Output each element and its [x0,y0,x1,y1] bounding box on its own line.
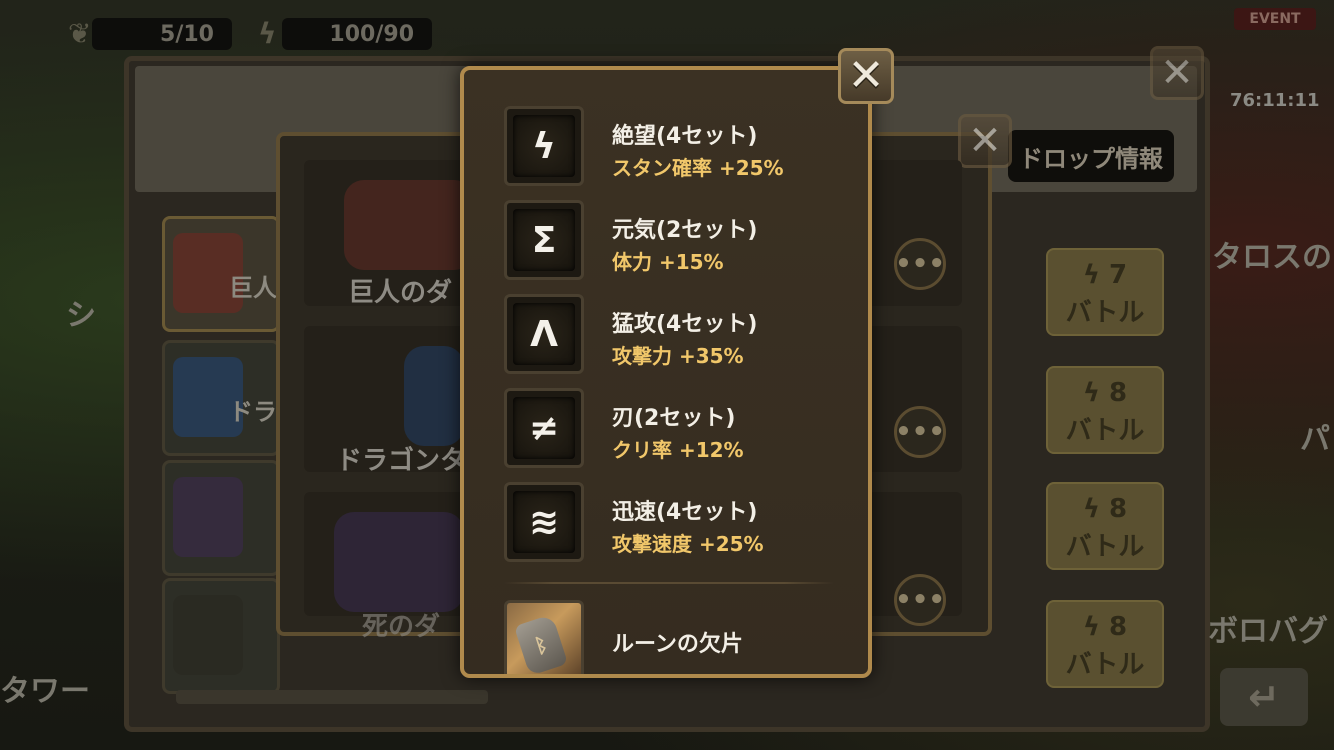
scroll-bar[interactable] [176,690,488,704]
rune-set-name: 猛攻(4セット) [612,312,758,337]
battle-label: バトル [1065,298,1145,328]
dungeon-name: 死のダ [362,612,441,642]
rune-set-name: 刃(2セット) [612,406,736,431]
lightning-icon: ϟ [1082,612,1110,642]
rune-shard-icon: ᛒ [504,600,584,674]
battle-cost: 8 [1109,612,1128,642]
ellipsis-icon: ••• [895,249,945,279]
event-timer: 76:11:11 [1230,90,1320,111]
rune-set-effect: 攻撃力 +35% [612,344,744,368]
swift-rune-icon: ≋ [504,482,584,562]
tab-necropolis[interactable] [162,460,280,576]
fatal-rune-icon: Λ [504,294,584,374]
battle-cost: 7 [1109,260,1128,290]
more-button[interactable]: ••• [894,238,946,290]
battle-label: バトル [1065,650,1145,680]
battle-button[interactable]: ϟ 8 バトル [1046,366,1164,454]
return-button[interactable]: ↵ [1220,668,1308,726]
more-button[interactable]: ••• [894,574,946,626]
battle-button[interactable]: ϟ 8 バトル [1046,482,1164,570]
battle-cost: 8 [1109,378,1128,408]
dungeon-list-close-button[interactable]: ✕ [958,114,1012,168]
battle-label: バトル [1065,416,1145,446]
dragon-art [404,346,464,446]
wings-value: 5/10 [160,21,214,47]
secret-portrait [173,595,243,675]
rune-set-effect: 体力 +15% [612,250,724,274]
rune-set-effect: スタン確率 +25% [612,156,784,180]
map-label: パ [1300,422,1330,457]
rune-set-item: Λ 猛攻(4セット) 攻撃力 +35% [504,294,844,378]
map-label: タワー [0,674,90,709]
rune-set-item: Σ 元気(2セット) 体力 +15% [504,200,844,284]
energy-rune-icon: Σ [504,200,584,280]
tab-label: ドラ [229,398,277,426]
lightning-icon: ϟ [1082,494,1110,524]
ellipsis-icon: ••• [895,417,945,447]
close-icon: ✕ [1160,50,1194,96]
map-label: タロスの [1212,240,1332,275]
rune-set-name: 迅速(4セット) [612,500,758,525]
wing-icon: ❦ [68,17,92,50]
blade-rune-icon: ≠ [504,388,584,468]
rune-shard-label: ルーンの欠片 [612,632,743,657]
rune-set-name: 元気(2セット) [612,218,758,243]
giant-art [344,180,474,270]
necropolis-portrait [173,477,243,557]
close-icon: ✕ [847,50,885,101]
wings-counter: ❦ 5/10 [68,18,232,50]
dungeon-name: 巨人のダ [348,278,453,308]
rune-set-item: ≠ 刃(2セット) クリ率 +12% [504,388,844,472]
map-label: ボロバグ [1208,614,1328,649]
despair-rune-icon: ϟ [504,106,584,186]
necropolis-art [334,512,464,612]
popup-divider [504,582,834,584]
more-button[interactable]: ••• [894,406,946,458]
dungeon-panel-close-button[interactable]: ✕ [1150,46,1204,100]
tab-dragon[interactable]: ドラ [162,340,280,456]
rune-set-name: 絶望(4セット) [612,124,758,149]
energy-value: 100/90 [329,21,414,47]
rune-set-item: ≋ 迅速(4セット) 攻撃速度 +25% [504,482,844,566]
close-icon: ✕ [968,118,1002,164]
rune-set-popup: ϟ 絶望(4セット) スタン確率 +25% Σ 元気(2セット) 体力 +15%… [460,66,872,678]
lightning-icon: ϟ [258,17,277,50]
lightning-icon: ϟ [1082,260,1110,290]
dungeon-name: ドラゴンタ [336,446,467,476]
popup-close-button[interactable]: ✕ [838,48,894,104]
return-arrow-icon: ↵ [1248,675,1280,719]
event-badge[interactable]: EVENT [1234,8,1316,30]
battle-button[interactable]: ϟ 7 バトル [1046,248,1164,336]
tab-label: 巨人 [229,274,277,302]
tab-giant[interactable]: 巨人 [162,216,280,332]
rune-set-effect: クリ率 +12% [612,438,744,462]
tab-secret[interactable] [162,578,280,694]
map-label: シ [66,298,96,333]
battle-label: バトル [1065,532,1145,562]
battle-button[interactable]: ϟ 8 バトル [1046,600,1164,688]
ellipsis-icon: ••• [895,585,945,615]
rune-set-item: ϟ 絶望(4セット) スタン確率 +25% [504,106,844,190]
drop-info-button[interactable]: ドロップ情報 [1008,130,1174,182]
battle-cost: 8 [1109,494,1128,524]
energy-counter: ϟ 100/90 [258,18,432,50]
lightning-icon: ϟ [1082,378,1110,408]
rune-set-effect: 攻撃速度 +25% [612,532,764,556]
